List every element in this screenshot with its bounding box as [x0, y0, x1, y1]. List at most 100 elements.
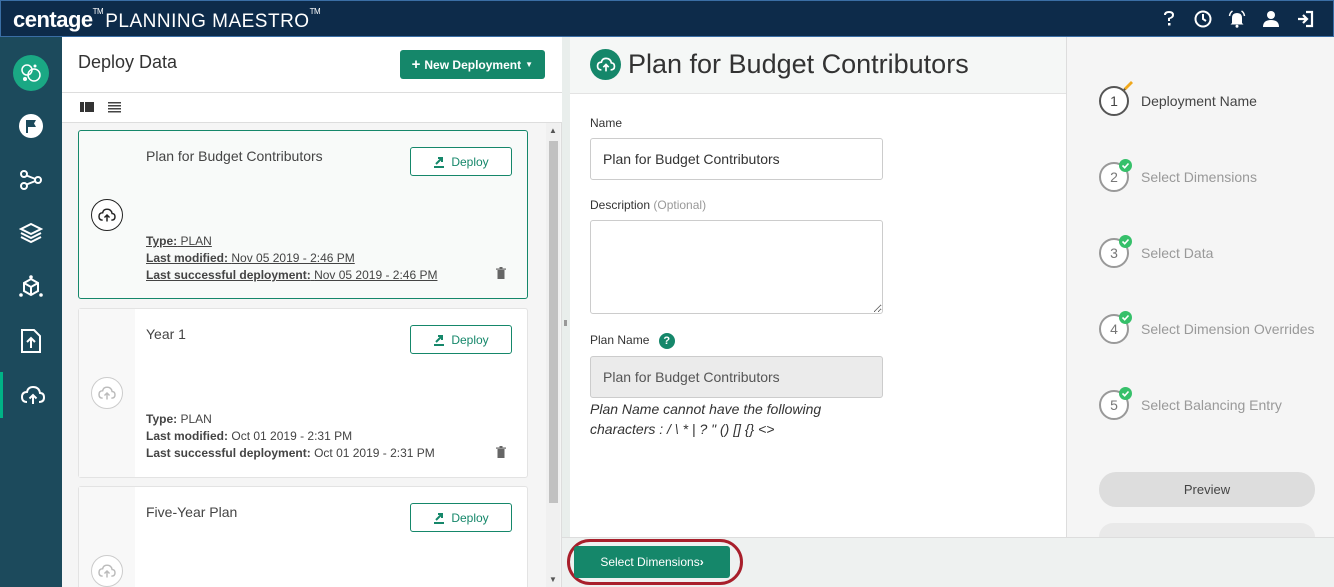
deploy-icon — [434, 334, 445, 346]
step-select-dimensions[interactable]: 2 Select Dimensions — [1099, 159, 1257, 193]
optional-tag: (Optional) — [653, 198, 707, 212]
deployment-card[interactable]: Five-Year Plan Deploy — [78, 486, 528, 587]
cube-icon — [19, 275, 43, 297]
trash-icon[interactable] — [495, 446, 507, 458]
deploy-label: Deploy — [451, 332, 489, 347]
step-label: Deployment Name — [1141, 93, 1257, 109]
card-title: Year 1 — [146, 326, 186, 342]
brand-name: centage — [13, 7, 93, 32]
description-textarea[interactable] — [590, 220, 883, 314]
plan-name-hint: Plan Name cannot have the following char… — [590, 399, 850, 439]
success-value: Oct 01 2019 - 2:31 PM — [314, 446, 435, 460]
brand-trademark: TM — [92, 7, 104, 16]
preview-button[interactable]: Preview — [1099, 472, 1315, 507]
nav-share[interactable] — [0, 157, 62, 203]
description-label-text: Description — [590, 198, 651, 212]
step-label: Select Balancing Entry — [1141, 397, 1282, 413]
step-deployment-name[interactable]: 1 Deployment Name — [1099, 81, 1257, 117]
card-view-icon[interactable] — [80, 101, 94, 113]
form-header: Plan for Budget Contributors — [570, 37, 1066, 94]
wizard-footer: Select Dimensions› — [562, 537, 1334, 587]
deploy-icon — [434, 156, 445, 168]
product-name: PLANNING MAESTRO — [105, 11, 310, 32]
type-label: Type: — [146, 412, 178, 426]
modified-label: Last modified: — [146, 429, 229, 443]
name-input[interactable] — [590, 138, 883, 180]
cloud-upload-icon — [91, 377, 123, 409]
cloud-upload-icon — [590, 49, 621, 80]
modified-value: Oct 01 2019 - 2:31 PM — [231, 429, 353, 443]
list-title: Deploy Data — [78, 52, 178, 72]
hint-line-2: characters : / \ * | ? " () [] {} <> — [590, 421, 775, 437]
list-header: Deploy Data + New Deployment ▼ — [62, 37, 562, 93]
nav-cube[interactable] — [0, 264, 62, 310]
step-number: 3 — [1099, 235, 1132, 268]
secondary-button-partial[interactable] — [1099, 523, 1315, 537]
type-value: PLAN — [180, 234, 212, 248]
deployment-cards: Plan for Budget Contributors Deploy Type… — [62, 123, 546, 587]
trash-icon[interactable] — [495, 267, 507, 279]
panel-splitter[interactable] — [562, 37, 570, 537]
step-number: 5 — [1099, 387, 1132, 420]
help-icon[interactable]: ? — [658, 333, 675, 349]
step-select-data[interactable]: 3 Select Data — [1099, 235, 1214, 269]
next-button-label: Select Dimensions — [600, 555, 700, 569]
top-bar: centageTM PLANNING MAESTROTM — [0, 0, 1334, 37]
help-icon[interactable] — [1159, 9, 1179, 29]
plan-name-input — [590, 356, 883, 398]
select-dimensions-button[interactable]: Select Dimensions› — [574, 546, 730, 578]
deploy-icon — [434, 512, 445, 524]
check-icon — [1119, 159, 1132, 172]
modified-label: Last modified: — [146, 251, 229, 265]
step-label: Select Data — [1141, 245, 1214, 261]
cloud-upload-icon — [91, 555, 123, 587]
logout-icon[interactable] — [1295, 9, 1315, 29]
step-select-balancing-entry[interactable]: 5 Select Balancing Entry — [1099, 387, 1282, 421]
user-icon[interactable] — [1261, 9, 1281, 29]
form-title: Plan for Budget Contributors — [628, 49, 969, 79]
nav-flag[interactable] — [0, 103, 62, 149]
step-label: Select Dimension Overrides — [1141, 321, 1315, 337]
alarm-icon[interactable] — [1227, 9, 1247, 29]
card-meta: Type: PLAN Last modified: Nov 05 2019 - … — [146, 233, 437, 284]
wizard-steps-panel: 1 Deployment Name 2 Select Dimensions 3 … — [1066, 37, 1334, 537]
deployment-card[interactable]: Year 1 Deploy Type: PLAN Last modified: … — [78, 308, 528, 478]
deploy-label: Deploy — [451, 154, 489, 169]
step-select-dimension-overrides[interactable]: 4 Select Dimension Overrides — [1099, 311, 1315, 345]
step-number: 2 — [1099, 159, 1132, 192]
app-badge-icon[interactable] — [13, 55, 49, 91]
type-value: PLAN — [180, 412, 212, 426]
nav-layers[interactable] — [0, 210, 62, 256]
nav-upload[interactable] — [0, 318, 62, 364]
product-trademark: TM — [309, 7, 321, 16]
deployment-card[interactable]: Plan for Budget Contributors Deploy Type… — [78, 130, 528, 299]
check-icon — [1119, 387, 1132, 400]
left-navigation — [0, 37, 62, 587]
success-value: Nov 05 2019 - 2:46 PM — [314, 268, 438, 282]
nav-cloud-upload[interactable] — [0, 372, 62, 418]
scroll-down-arrow-icon[interactable]: ▼ — [549, 575, 557, 584]
deploy-button[interactable]: Deploy — [410, 503, 512, 532]
view-toggle-bar — [62, 93, 562, 123]
plus-icon: + — [411, 56, 421, 73]
layers-icon — [19, 222, 43, 244]
list-view-icon[interactable] — [108, 101, 122, 113]
step-label: Select Dimensions — [1141, 169, 1257, 185]
success-label: Last successful deployment: — [146, 268, 311, 282]
new-deployment-label: New Deployment — [424, 57, 522, 72]
step-number: 4 — [1099, 311, 1132, 344]
app-logo: centageTM PLANNING MAESTROTM — [13, 7, 321, 33]
new-deployment-button[interactable]: + New Deployment ▼ — [399, 50, 545, 79]
deploy-button[interactable]: Deploy — [410, 147, 512, 176]
list-scrollbar[interactable]: ▲ ▼ — [546, 123, 560, 587]
scroll-thumb[interactable] — [549, 141, 558, 503]
deploy-button[interactable]: Deploy — [410, 325, 512, 354]
check-icon — [1119, 235, 1132, 248]
scroll-up-arrow-icon[interactable]: ▲ — [549, 126, 557, 135]
upload-icon — [21, 329, 41, 353]
hint-line-1: Plan Name cannot have the following — [590, 401, 822, 417]
clock-icon[interactable] — [1193, 9, 1213, 29]
card-title: Plan for Budget Contributors — [146, 148, 323, 164]
step-number: 1 — [1099, 81, 1133, 116]
type-label: Type: — [146, 234, 178, 248]
